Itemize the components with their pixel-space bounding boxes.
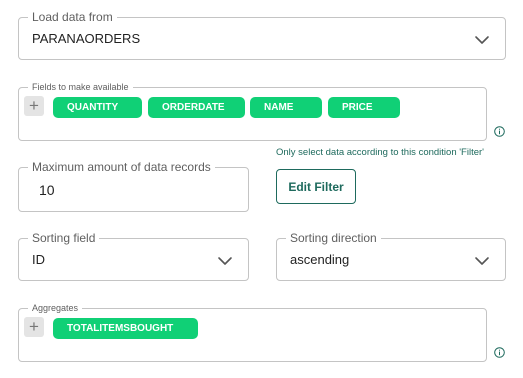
plus-icon[interactable]: + [24, 96, 44, 116]
field-chip[interactable]: NAME [250, 97, 322, 118]
fields-to-make-available[interactable]: Fields to make available + QUANTITY ORDE… [18, 82, 487, 141]
edit-filter-button[interactable]: Edit Filter [276, 169, 356, 204]
filter-note: Only select data according to this condi… [276, 147, 484, 158]
sorting-field-value: ID [32, 252, 45, 267]
info-icon[interactable] [494, 345, 505, 358]
sorting-direction-value: ascending [290, 252, 350, 267]
sorting-direction-label: Sorting direction [286, 231, 381, 245]
chevron-down-icon[interactable] [217, 256, 233, 266]
field-chip[interactable]: PRICE [328, 97, 400, 118]
load-data-select[interactable]: Load data from PARANAORDERS [18, 10, 506, 60]
chevron-down-icon[interactable] [474, 256, 490, 266]
info-icon[interactable] [494, 124, 505, 137]
plus-icon[interactable]: + [24, 317, 44, 337]
aggregates-label: Aggregates [28, 303, 83, 314]
fields-label: Fields to make available [28, 82, 133, 93]
load-data-label: Load data from [28, 10, 117, 24]
field-chip[interactable]: QUANTITY [53, 97, 142, 118]
chevron-down-icon[interactable] [474, 35, 490, 45]
sorting-field-select[interactable]: Sorting field ID [18, 231, 249, 281]
field-chip[interactable]: ORDERDATE [148, 97, 245, 118]
aggregates-field[interactable]: Aggregates + TOTALITEMSBOUGHT [18, 303, 487, 362]
max-records-input[interactable]: Maximum amount of data records 10 [18, 160, 249, 212]
max-records-value: 10 [39, 182, 55, 198]
sorting-field-label: Sorting field [28, 231, 100, 245]
aggregate-chip[interactable]: TOTALITEMSBOUGHT [53, 318, 198, 339]
sorting-direction-select[interactable]: Sorting direction ascending [276, 231, 506, 281]
load-data-value: PARANAORDERS [32, 31, 141, 46]
max-records-label: Maximum amount of data records [28, 160, 215, 174]
